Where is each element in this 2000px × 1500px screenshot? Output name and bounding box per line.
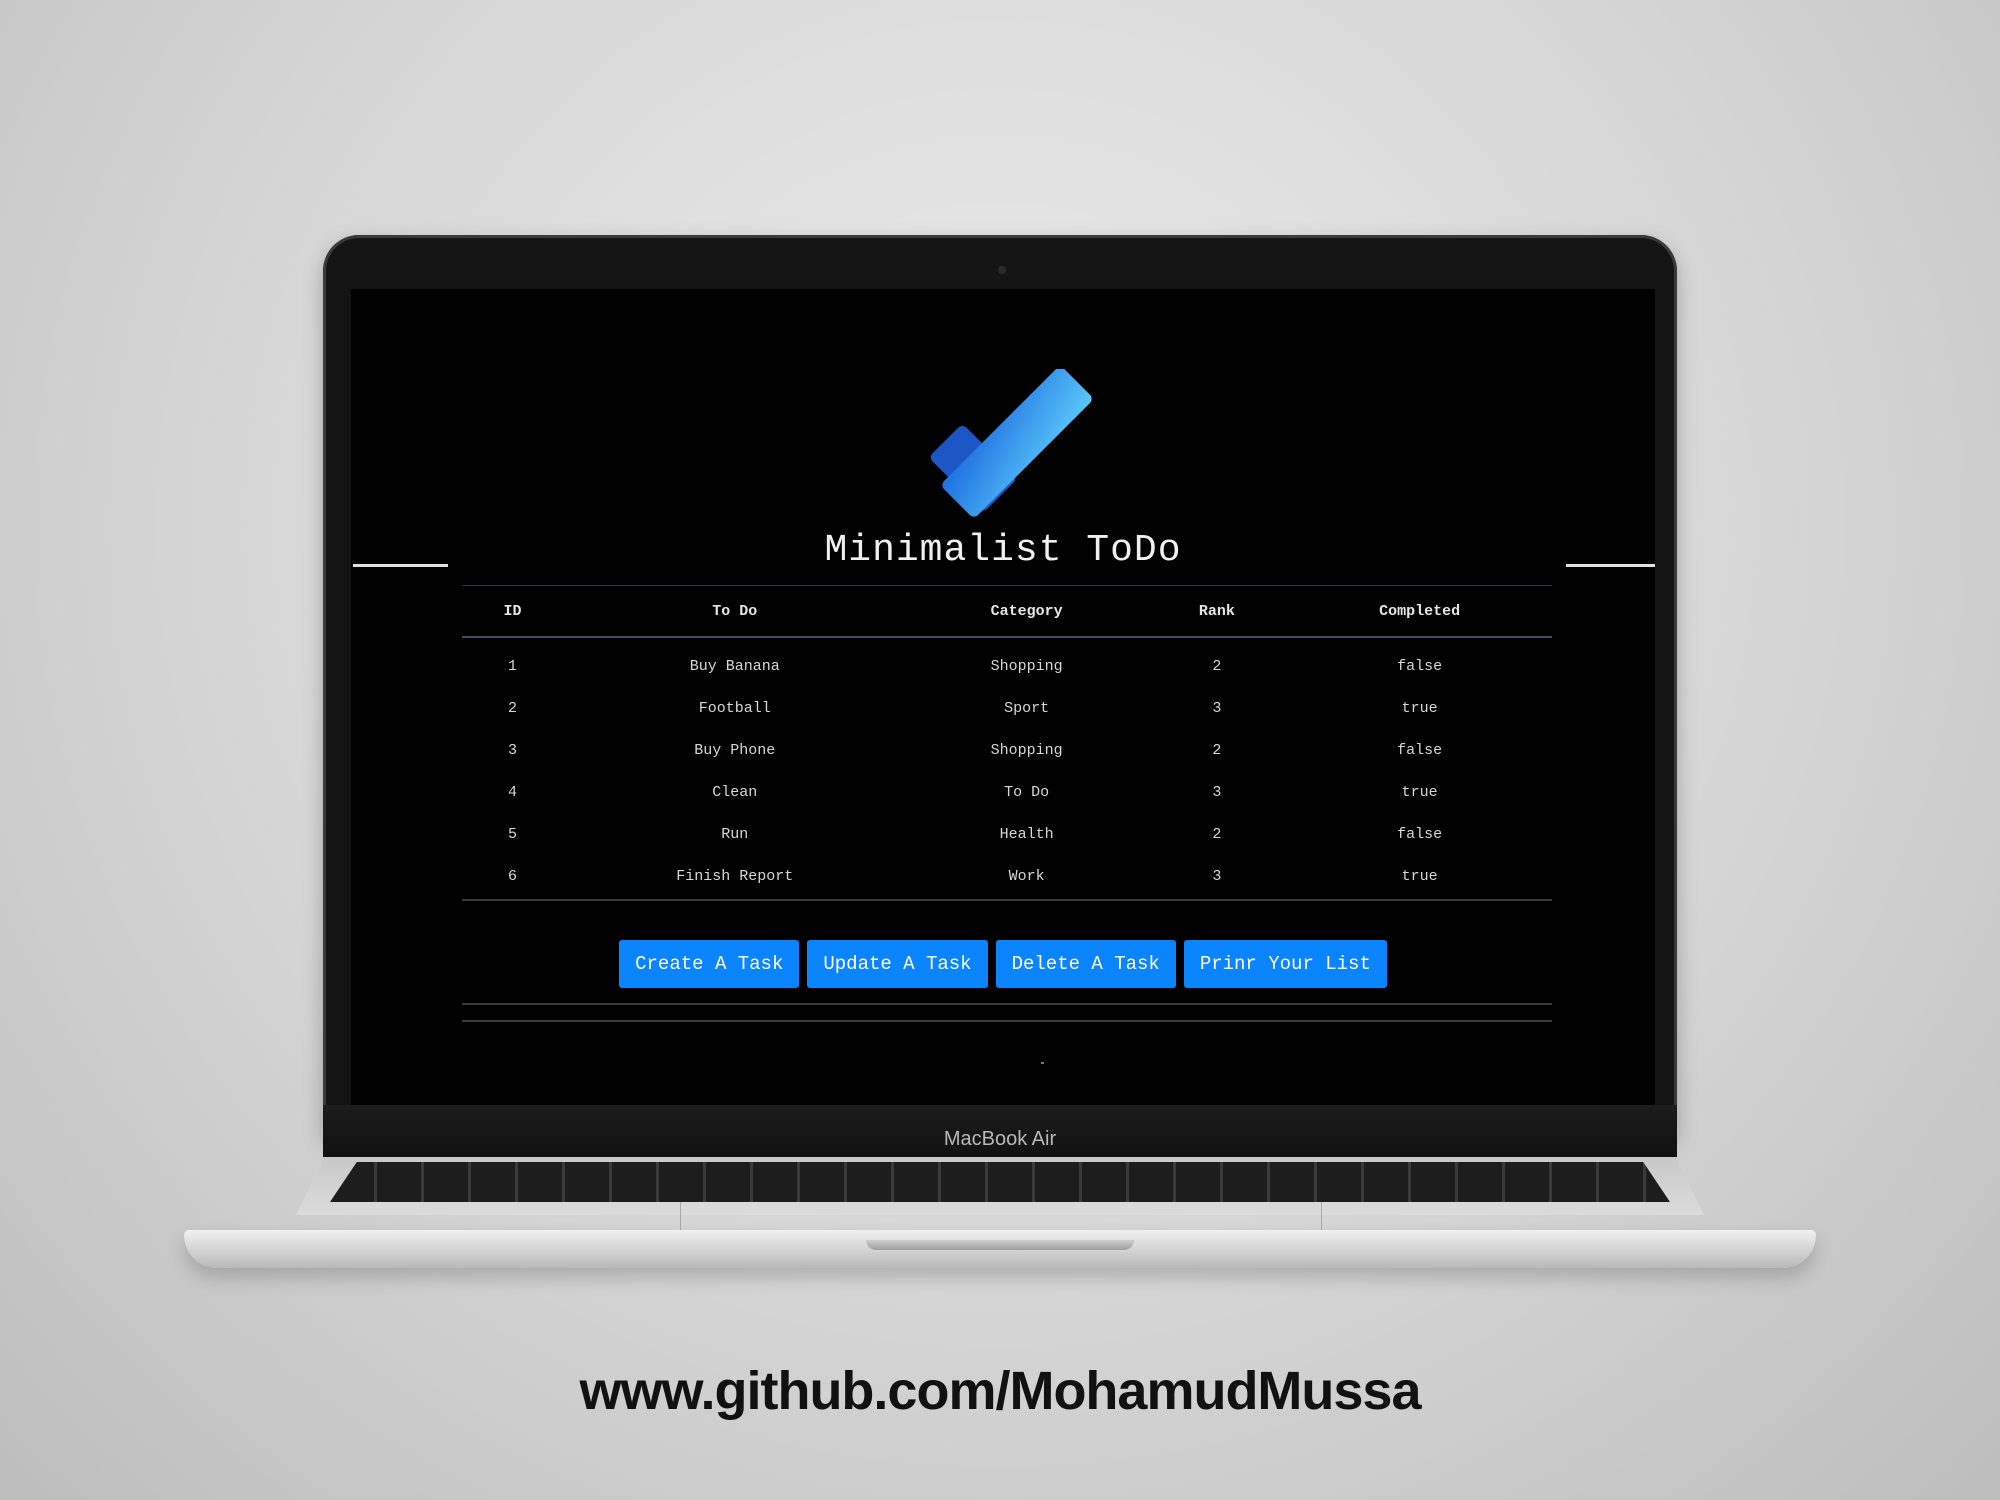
cell-id: 3 [507,741,517,759]
divider [462,1020,1552,1022]
laptop-notch [866,1240,1134,1250]
cell-category: Health [999,825,1054,843]
cell-completed: false [1397,657,1443,675]
cell-rank: 2 [1212,657,1222,675]
cell-category: To Do [1004,783,1050,801]
todo-table: ID To Do Category Rank Completed 1 Buy B… [462,585,1552,897]
decorative-dot [1041,1062,1044,1064]
device-label: MacBook Air [943,1128,1057,1150]
cell-completed: true [1401,867,1438,885]
cell-completed: true [1401,699,1438,717]
cell-todo: Buy Phone [694,741,776,759]
cell-id: 2 [507,699,517,717]
table-row: 2 Football Sport 3 true [462,687,1552,729]
github-link: www.github.com/MohamudMussa [579,1361,1421,1421]
print-list-button[interactable]: Prinr Your List [1183,940,1387,988]
cell-completed: false [1397,741,1443,759]
delete-task-button[interactable]: Delete A Task [995,940,1176,988]
page-title: Minimalist ToDo [824,529,1182,572]
cell-id: 4 [507,783,517,801]
column-header-rank: Rank [1146,585,1288,638]
divider [353,564,448,567]
cell-rank: 3 [1212,867,1222,885]
table-row: 1 Buy Banana Shopping 2 false [462,637,1552,687]
cell-category: Shopping [990,657,1063,675]
cell-rank: 3 [1212,783,1222,801]
app-screen: Minimalist ToDo ID To Do Category Rank C… [351,289,1655,1105]
create-task-button[interactable]: Create A Task [619,940,800,988]
action-bar: Create A Task Update A Task Delete A Tas… [351,940,1655,988]
divider [462,899,1552,901]
cell-rank: 3 [1212,699,1222,717]
keyboard [330,1162,1670,1202]
cell-category: Work [1008,867,1045,885]
table-row: 5 Run Health 2 false [462,813,1552,855]
cell-todo: Finish Report [676,867,794,885]
column-header-completed: Completed [1287,585,1552,638]
cell-todo: Football [698,699,771,717]
divider [462,1003,1552,1005]
cell-rank: 2 [1212,825,1222,843]
cell-rank: 2 [1212,741,1222,759]
cell-completed: true [1401,783,1438,801]
column-header-todo: To Do [562,585,907,638]
column-header-category: Category [906,585,1147,638]
cell-todo: Buy Banana [689,657,780,675]
column-header-id: ID [462,585,563,638]
cell-id: 5 [507,825,517,843]
table-row: 4 Clean To Do 3 true [462,771,1552,813]
table-row: 6 Finish Report Work 3 true [462,855,1552,897]
table-row: 3 Buy Phone Shopping 2 false [462,729,1552,771]
cell-todo: Clean [712,783,758,801]
update-task-button[interactable]: Update A Task [807,940,988,988]
cell-completed: false [1397,825,1443,843]
cell-todo: Run [721,825,749,843]
table-header-row: ID To Do Category Rank Completed [462,585,1552,638]
camera-icon [998,266,1006,274]
cell-id: 1 [507,657,517,675]
divider [1566,564,1655,567]
cell-id: 6 [507,867,517,885]
cell-category: Shopping [990,741,1063,759]
cell-category: Sport [1004,699,1050,717]
checkmark-icon [930,369,1092,517]
